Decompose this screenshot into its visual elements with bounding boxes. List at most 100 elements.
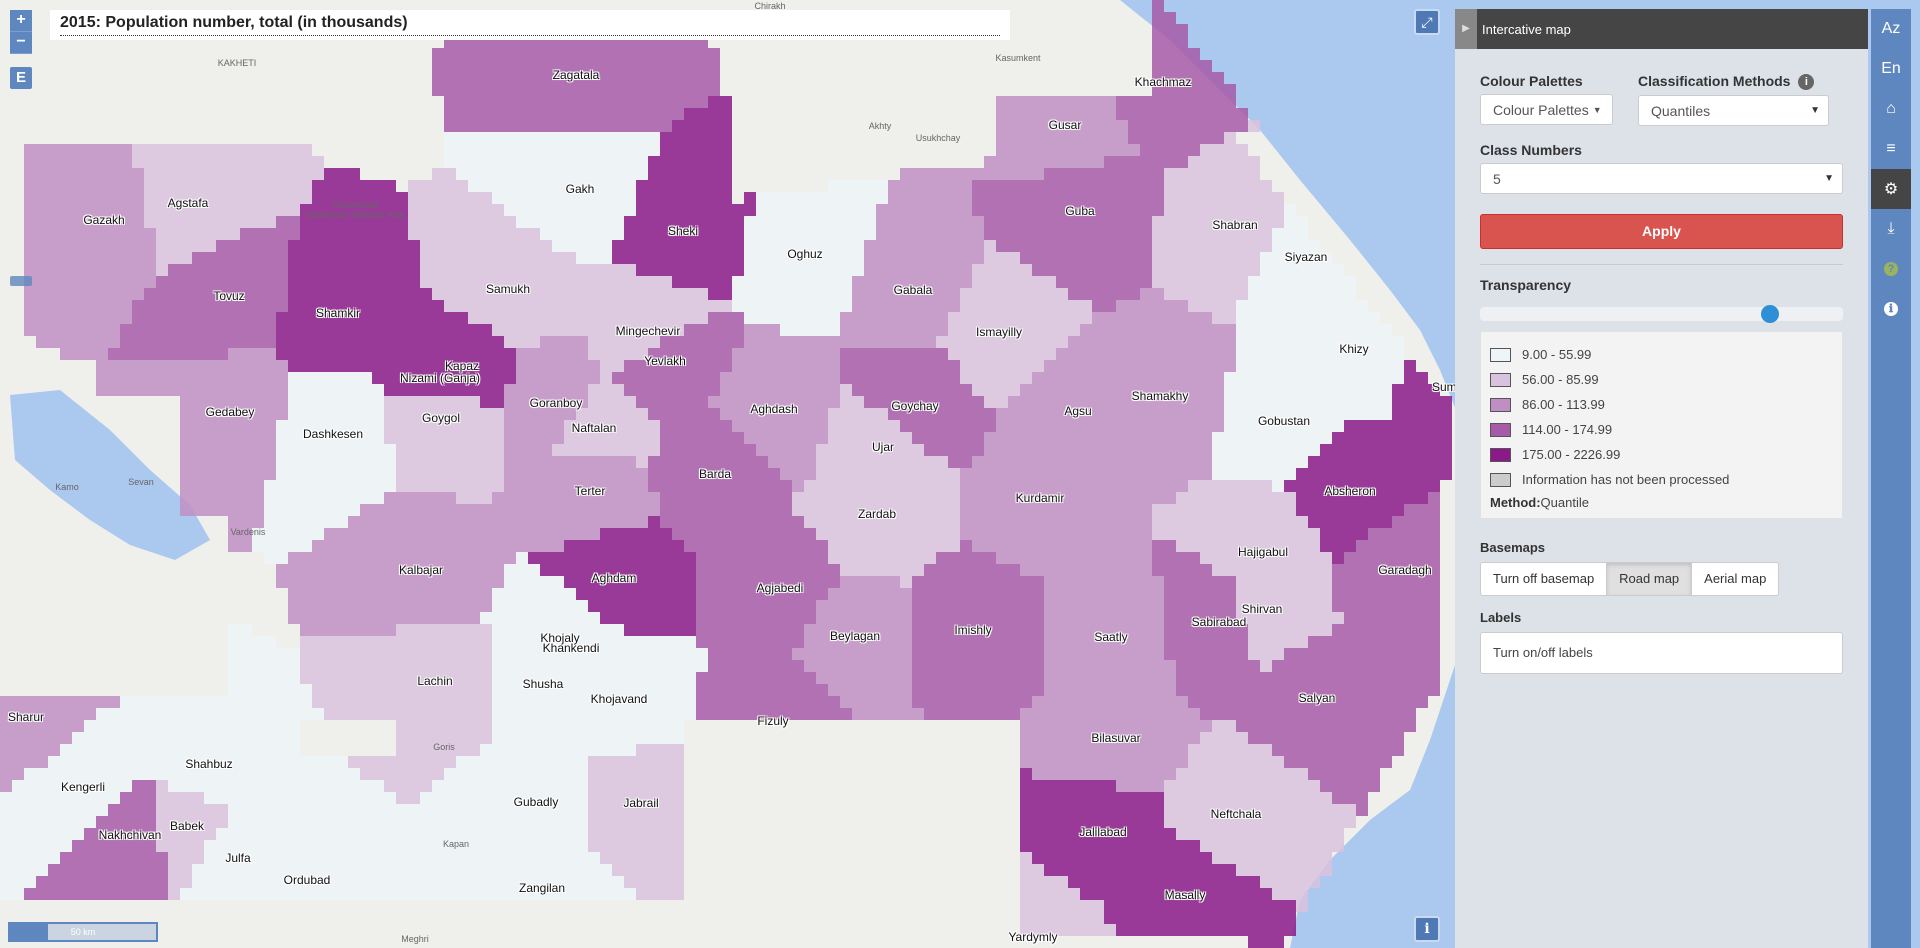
zoom-control: + − xyxy=(10,10,32,54)
colour-palettes-dropdown[interactable]: Colour Palettes ▼ xyxy=(1480,94,1613,125)
region-label: Yevlakh xyxy=(644,354,686,368)
region-label: Terter xyxy=(574,484,606,498)
basemap-place-label: Kasumkent xyxy=(995,53,1041,63)
region-label: Aghdash xyxy=(750,402,798,416)
region-label: Saatly xyxy=(1094,630,1128,644)
region-label: Kurdamir xyxy=(1015,491,1065,505)
legend-item: 9.00 - 55.99 xyxy=(1490,342,1833,367)
region-label: Mingechevir xyxy=(615,324,681,338)
region-label: Hajigabul xyxy=(1237,545,1289,559)
region-label: Shabran xyxy=(1212,218,1258,232)
help-button[interactable]: ? xyxy=(1871,249,1911,289)
toggle-labels-button[interactable]: Turn on/off labels xyxy=(1480,632,1843,675)
basemap-button-group: Turn off basemap Road map Aerial map xyxy=(1480,562,1843,597)
region-label: Gubadly xyxy=(513,795,559,809)
region-label: Agsu xyxy=(1064,404,1092,418)
region-label: Aghdam xyxy=(591,571,637,585)
basemap-place-label: Kamo xyxy=(55,482,79,492)
apply-button[interactable]: Apply xyxy=(1480,214,1843,250)
fullscreen-button[interactable]: ⤢ xyxy=(1414,9,1440,35)
transparency-slider[interactable] xyxy=(1480,305,1843,324)
basemap-road-map-button[interactable]: Road map xyxy=(1606,562,1693,597)
legend-swatch xyxy=(1490,472,1511,487)
region-label: Gabala xyxy=(893,283,933,297)
scale-bar-fill xyxy=(10,924,48,940)
region-label: Bilasuvar xyxy=(1091,731,1141,745)
basemap-place-label: KAKHETI xyxy=(217,58,257,68)
legend-label: 175.00 - 2226.99 xyxy=(1522,447,1621,463)
region-label: Ordubad xyxy=(283,873,331,887)
info-button[interactable]: ℹ xyxy=(1871,289,1911,329)
legend-swatch xyxy=(1490,422,1511,437)
download-button[interactable]: ⤓ xyxy=(1871,209,1911,249)
legend-swatch xyxy=(1490,347,1511,362)
legend-method: Method:Quantile xyxy=(1490,495,1833,510)
menu-icon: ≡ xyxy=(1886,140,1896,157)
legend-item: 114.00 - 174.99 xyxy=(1490,417,1833,442)
gear-button[interactable]: ⚙ xyxy=(1871,169,1911,209)
region-label: Gobustan xyxy=(1257,414,1311,428)
method-label: Method: xyxy=(1490,495,1541,511)
basemap-place-label: Vashlovani National Park xyxy=(305,210,405,220)
classification-select[interactable]: Quantiles ▼ xyxy=(1638,95,1829,127)
region-label: Samukh xyxy=(485,282,531,296)
region-label: Naftalan xyxy=(571,421,617,435)
basemap-aerial-map-button[interactable]: Aerial map xyxy=(1691,562,1780,597)
region-label: Dashkesen xyxy=(302,427,364,441)
scale-label: 50 km xyxy=(70,927,96,937)
info-circle-icon[interactable]: i xyxy=(1798,74,1815,91)
basemap-place-label: Meghri xyxy=(401,934,429,944)
region-label: Absheron xyxy=(1324,484,1376,498)
region-label: Garadagh xyxy=(1378,563,1432,577)
legend-label: 86.00 - 113.99 xyxy=(1522,397,1605,413)
region-label: Julfa xyxy=(225,851,251,865)
labels-label: Labels xyxy=(1480,610,1522,626)
region-label: Salyan xyxy=(1298,691,1336,705)
layer-toggle-tab[interactable] xyxy=(10,276,32,286)
region-label: Oghuz xyxy=(787,247,823,261)
region-shahbuz[interactable] xyxy=(132,624,324,804)
home-icon: ⌂ xyxy=(1886,100,1896,117)
zoom-out-button[interactable]: − xyxy=(10,32,32,54)
legend-swatch xyxy=(1490,397,1511,412)
icon-sidebar: Az En ⌂ ≡ ⚙ ⤓? ℹ xyxy=(1871,9,1911,948)
region-label: Fizuly xyxy=(757,714,789,728)
region-label: Zangilan xyxy=(518,881,566,895)
panel-collapse-toggle[interactable]: ▶ xyxy=(1455,9,1477,49)
region-label: Ismayilly xyxy=(975,325,1023,339)
legend: 9.00 - 55.99 56.00 - 85.99 86.00 - 113.99 1… xyxy=(1480,331,1843,520)
palette-method-row: Colour Palettes Colour Palettes ▼ Classi… xyxy=(1480,73,1843,127)
region-label: Agstafa xyxy=(167,196,209,210)
extent-button[interactable]: E xyxy=(10,67,32,89)
region-label: Khankendi xyxy=(542,641,600,655)
region-label: Khachmaz xyxy=(1134,75,1192,89)
region-label: Gazakh xyxy=(83,213,125,227)
download-icon: ⤓ xyxy=(1887,220,1895,237)
menu-button[interactable]: ≡ xyxy=(1871,129,1911,169)
region-label: Babek xyxy=(169,819,205,833)
region-label: Shusha xyxy=(522,677,564,691)
region-label: Shamakhy xyxy=(1131,389,1189,403)
title-underline xyxy=(60,35,1000,36)
region-label: Khojavand xyxy=(590,692,648,706)
home-button[interactable]: ⌂ xyxy=(1871,89,1911,129)
region-label: Khizy xyxy=(1339,342,1369,356)
en-language-button[interactable]: En xyxy=(1871,49,1911,89)
map-info-button[interactable]: i xyxy=(1414,916,1440,942)
class-numbers-value: 5 xyxy=(1493,170,1501,187)
transparency-slider-handle[interactable] xyxy=(1761,305,1780,324)
az-language-button[interactable]: Az xyxy=(1871,9,1911,49)
class-numbers-select[interactable]: 5 ▼ xyxy=(1480,163,1843,195)
legend-item: 86.00 - 113.99 xyxy=(1490,392,1833,417)
en-language-icon: En xyxy=(1881,60,1901,77)
basemap-turn-off-basemap-button[interactable]: Turn off basemap xyxy=(1480,562,1608,597)
region-label: Sabirabad xyxy=(1191,615,1247,629)
legend-item: Information has not been processed xyxy=(1490,467,1833,492)
region-label: Goranboy xyxy=(529,396,583,410)
zoom-in-button[interactable]: + xyxy=(10,10,32,32)
basemap-place-label: Chachunas xyxy=(332,200,378,210)
legend-rows: 9.00 - 55.99 56.00 - 85.99 86.00 - 113.99 1… xyxy=(1490,342,1833,492)
region-label: Zagatala xyxy=(552,68,600,82)
region-label: Agjabedi xyxy=(756,581,804,595)
caret-right-icon: ▶ xyxy=(1462,23,1470,34)
